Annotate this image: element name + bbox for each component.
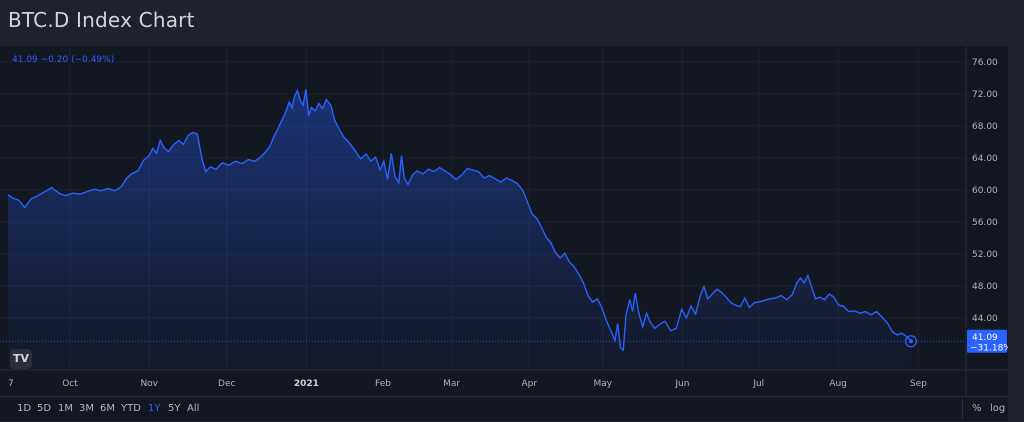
x-tick-label: Aug — [829, 379, 847, 389]
y-tick-label: 60.00 — [972, 186, 998, 196]
y-tick-label: 64.00 — [972, 154, 998, 164]
x-tick-label: 7 — [8, 379, 14, 389]
log-scale-button[interactable]: log — [990, 403, 1005, 414]
y-tick-label: 44.00 — [972, 314, 998, 324]
range-button-all[interactable]: All — [187, 403, 199, 414]
time-axis[interactable]: 7 Oct Nov Dec 2021 Feb Mar Apr May Jun Jul Aug Sep — [8, 379, 927, 389]
y-tick-label: 48.00 — [972, 282, 998, 292]
x-tick-label: Jun — [674, 379, 689, 389]
series-legend: 41.09 −0.20 (−0.49%) — [12, 55, 115, 65]
y-tick-label: 52.00 — [972, 250, 998, 260]
x-tick-label: 2021 — [294, 379, 319, 389]
tradingview-logo[interactable]: TV — [10, 349, 32, 369]
x-tick-label: Dec — [218, 379, 235, 389]
percent-scale-button[interactable]: % — [972, 403, 982, 414]
x-tick-label: Jul — [752, 379, 764, 389]
y-tick-label: 76.00 — [972, 58, 998, 68]
x-tick-label: Oct — [62, 379, 78, 389]
range-button-5y[interactable]: 5Y — [168, 403, 180, 414]
chart-svg[interactable]: 44.00 48.00 52.00 56.00 60.00 64.00 68.00 72.00… — [0, 46, 1008, 396]
x-tick-label: Mar — [443, 379, 460, 389]
range-button-6m[interactable]: 6M — [100, 403, 115, 414]
page-title: BTC.D Index Chart — [8, 8, 195, 32]
range-button-1y[interactable]: 1Y — [148, 403, 160, 414]
range-button-ytd[interactable]: YTD — [121, 403, 141, 414]
range-button-3m[interactable]: 3M — [79, 403, 94, 414]
x-tick-label: Apr — [521, 379, 537, 389]
last-price-badge: 41.09 −31.18% — [967, 329, 1008, 353]
last-price-change: −31.18% — [970, 343, 1008, 353]
range-button-1m[interactable]: 1M — [58, 403, 73, 414]
x-tick-label: Sep — [910, 379, 927, 389]
x-tick-label: May — [594, 379, 613, 389]
y-tick-label: 56.00 — [972, 218, 998, 228]
x-tick-label: Nov — [140, 379, 158, 389]
last-price-dot — [908, 339, 913, 344]
range-button-5d[interactable]: 5D — [37, 403, 51, 414]
x-tick-label: Feb — [375, 379, 391, 389]
toolbar-divider — [962, 399, 963, 419]
chart-area[interactable]: 44.00 48.00 52.00 56.00 60.00 64.00 68.00 72.00… — [0, 46, 1008, 396]
y-tick-label: 68.00 — [972, 122, 998, 132]
price-axis[interactable]: 44.00 48.00 52.00 56.00 60.00 64.00 68.00 72.00… — [972, 58, 998, 324]
y-tick-label: 72.00 — [972, 90, 998, 100]
last-price-value: 41.09 — [972, 333, 998, 343]
series-area — [8, 89, 911, 370]
bottom-toolbar: 1D 5D 1M 3M 6M YTD 1Y 5Y All % log — [0, 396, 1008, 421]
range-button-1d[interactable]: 1D — [17, 403, 31, 414]
